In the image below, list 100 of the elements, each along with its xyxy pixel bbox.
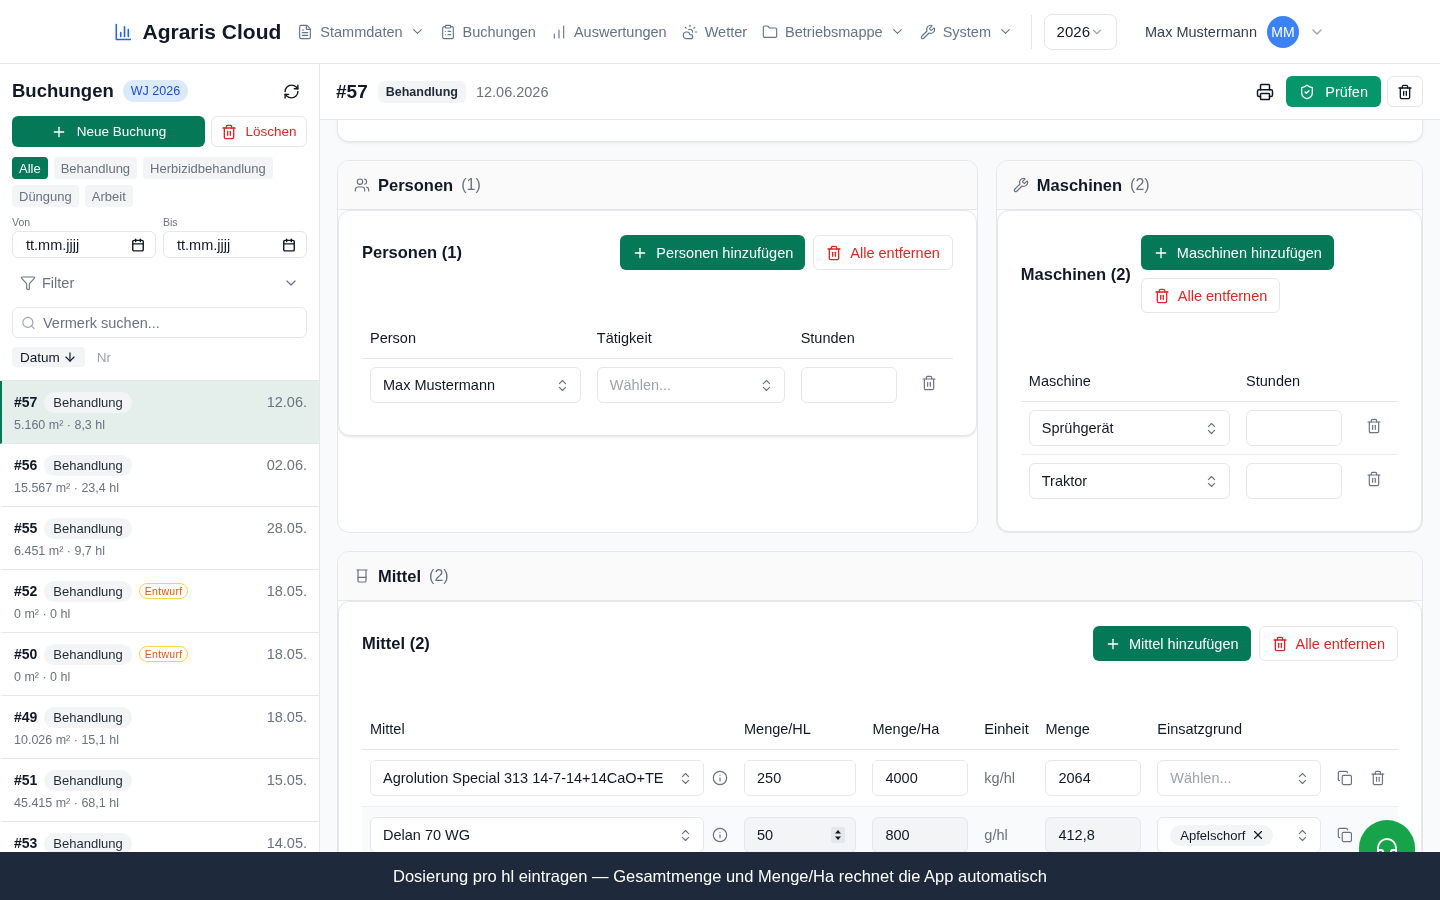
- column-header: Menge/Ha: [864, 709, 977, 750]
- filter-chip[interactable]: Behandlung: [53, 157, 138, 179]
- section-title: Maschinen: [1036, 175, 1123, 195]
- calendar-icon[interactable]: [131, 237, 145, 252]
- users-icon: [354, 177, 370, 193]
- info-icon[interactable]: [712, 827, 728, 843]
- nav-item[interactable]: Wetter: [675, 13, 754, 50]
- booking-item[interactable]: #57 Behandlung 12.06. 5.160 m² · 8,3 hl: [0, 381, 319, 444]
- filter-chip[interactable]: Herbizidbehandlung: [143, 157, 273, 179]
- trash-icon[interactable]: [1366, 471, 1383, 487]
- field-label: Von: [12, 216, 32, 228]
- hours-field[interactable]: [800, 367, 897, 403]
- filter-chip[interactable]: Arbeit: [84, 185, 133, 207]
- trash-icon: [826, 244, 843, 261]
- new-booking-button[interactable]: Neue Buchung: [12, 116, 205, 147]
- copy-icon[interactable]: [1336, 827, 1353, 843]
- nav-item[interactable]: Betriebsmappe: [756, 13, 911, 50]
- tag-label: Apfelschorf: [1180, 827, 1246, 843]
- booking-summary: 6.451 m² · 9,7 hl: [14, 543, 106, 560]
- select-field[interactable]: Traktor: [1028, 463, 1231, 499]
- trash-icon[interactable]: [1370, 770, 1386, 786]
- column-header: Menge/HL: [736, 709, 865, 750]
- remove-all-button[interactable]: Alle entfernen: [1140, 278, 1281, 313]
- delete-button[interactable]: Löschen: [211, 116, 307, 147]
- type-tag: Behandlung: [44, 643, 132, 665]
- booking-date: 28.05.: [266, 520, 307, 536]
- amount-field[interactable]: 50: [744, 817, 857, 852]
- shield-check-icon: [1299, 83, 1316, 100]
- nav-item[interactable]: Buchungen: [433, 13, 542, 50]
- column-header: Person: [362, 318, 589, 359]
- copy-icon[interactable]: [1336, 770, 1353, 786]
- add-button[interactable]: Mittel hinzufügen: [1092, 626, 1251, 661]
- unit-text: g/hl: [984, 827, 1008, 843]
- amount-field[interactable]: 250: [744, 760, 857, 796]
- date-field[interactable]: tt.mm.jjjj: [163, 231, 307, 258]
- nav-item[interactable]: System: [913, 13, 1019, 50]
- select-field[interactable]: Delan 70 WG: [370, 817, 704, 852]
- refresh-icon[interactable]: [283, 82, 300, 100]
- stepper-icon[interactable]: [831, 827, 846, 843]
- info-icon[interactable]: [712, 770, 728, 786]
- folder-icon: [762, 23, 779, 40]
- headset-icon: [1375, 836, 1399, 852]
- select-field[interactable]: Apfelschorf: [1157, 817, 1321, 852]
- filter-toggle[interactable]: Filter: [12, 262, 307, 303]
- delete-button[interactable]: [1387, 76, 1423, 107]
- sort-button[interactable]: Datum: [12, 347, 85, 367]
- add-button[interactable]: Maschinen hinzufügen: [1140, 235, 1334, 270]
- select-field[interactable]: Max Mustermann: [370, 367, 581, 403]
- booking-summary: 0 m² · 0 hl: [14, 669, 72, 686]
- year-select[interactable]: 2026: [1043, 13, 1117, 50]
- filter-chip[interactable]: Alle: [12, 157, 48, 179]
- check-button[interactable]: Prüfen: [1286, 76, 1381, 107]
- date-field[interactable]: tt.mm.jjjj: [12, 231, 156, 258]
- amount-field[interactable]: 2064: [1045, 760, 1142, 796]
- avatar: MM: [1267, 15, 1299, 48]
- remove-all-button[interactable]: Alle entfernen: [1258, 626, 1398, 661]
- type-tag: Behandlung: [44, 454, 132, 476]
- booking-date: 15.05.: [266, 772, 307, 788]
- trash-icon[interactable]: [1366, 418, 1383, 434]
- clipboard-icon: [439, 23, 456, 40]
- booking-summary: 45.415 m² · 68,1 hl: [14, 795, 120, 812]
- booking-summary: 10.026 m² · 15,1 hl: [14, 732, 120, 749]
- remove-all-button[interactable]: Alle entfernen: [813, 235, 953, 270]
- search-field[interactable]: Vermerk suchen...: [12, 307, 307, 338]
- amount-field[interactable]: 412,8: [1045, 817, 1142, 852]
- card-title: Personen (1): [362, 243, 462, 262]
- amount-field[interactable]: 800: [872, 817, 969, 852]
- booking-date: 12.06.: [266, 394, 307, 410]
- amount-field[interactable]: 4000: [872, 760, 969, 796]
- filter-chip[interactable]: Düngung: [12, 185, 79, 207]
- booking-number: #50: [14, 646, 38, 662]
- add-button[interactable]: Personen hinzufügen: [620, 235, 806, 270]
- trash-icon[interactable]: [920, 375, 937, 391]
- column-header: Stunden: [1238, 361, 1351, 402]
- booking-title: #57: [336, 80, 368, 103]
- hours-field[interactable]: [1246, 463, 1343, 499]
- nav-item[interactable]: Stammdaten: [291, 13, 431, 50]
- trash-icon: [1271, 635, 1288, 652]
- type-tag: Behandlung: [44, 706, 132, 728]
- booking-summary: 0 m² · 0 hl: [14, 606, 72, 623]
- booking-summary: 5.160 m² · 8,3 hl: [14, 417, 106, 434]
- column-header: Einsatzgrund: [1149, 709, 1329, 750]
- type-tag: Behandlung: [44, 832, 132, 852]
- type-tag: Behandlung: [44, 580, 132, 602]
- select-field[interactable]: Sprühgerät: [1028, 410, 1231, 446]
- wrench-icon: [1012, 177, 1029, 193]
- printer-icon[interactable]: [1256, 82, 1275, 101]
- booking-date: 12.06.2026: [475, 83, 549, 100]
- card-title: Maschinen (2): [1020, 264, 1131, 284]
- hours-field[interactable]: [1246, 410, 1343, 446]
- nav-item[interactable]: Auswertungen: [544, 13, 673, 50]
- beaker-icon: [354, 568, 370, 584]
- type-tag: Behandlung: [44, 391, 132, 413]
- select-field[interactable]: Agrolution Special 313 14-7-14+14CaO+TE: [370, 760, 704, 796]
- user-menu[interactable]: Max Mustermann MM: [1145, 15, 1325, 48]
- booking-date: 18.05.: [266, 583, 307, 599]
- column-header: Einheit: [976, 709, 1038, 750]
- calendar-icon[interactable]: [282, 237, 296, 252]
- type-tag: Behandlung: [44, 517, 132, 539]
- column-header: Maschine: [1020, 361, 1239, 402]
